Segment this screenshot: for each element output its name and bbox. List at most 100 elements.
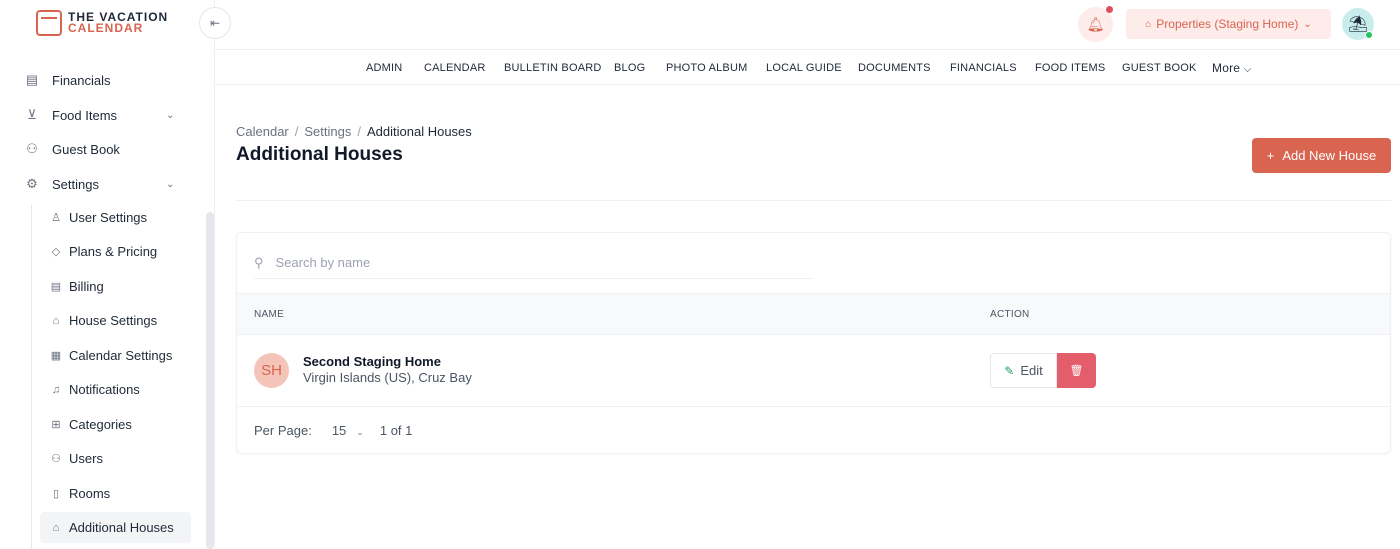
menu-item-local-guide[interactable]: LOCAL GUIDE — [766, 62, 842, 74]
sidebar-item-house-settings[interactable]: ⌂ House Settings — [50, 313, 158, 328]
breadcrumb-separator: / — [357, 124, 361, 139]
avatar: SH — [254, 353, 289, 388]
calendar-icon: ▦ — [50, 350, 62, 362]
menu-item-more[interactable]: More ⌵ — [1212, 61, 1251, 75]
sidebar-item-categories[interactable]: ⊞ Categories — [50, 417, 131, 432]
house-name: Second Staging Home — [303, 354, 441, 369]
sidebar: THE VACATION CALENDAR ▤ Financials ⊻ Foo… — [0, 0, 215, 549]
sidebar-item-label: Guest Book — [52, 141, 120, 157]
brand-line-2: CALENDAR — [68, 21, 144, 35]
property-selector[interactable]: ⌂ Properties (Staging Home) ⌄ — [1126, 9, 1331, 39]
delete-button[interactable]: 🗑︎ — [1057, 353, 1096, 388]
more-label: More — [1212, 61, 1241, 75]
tag-icon: ◇ — [51, 246, 61, 258]
breadcrumb-settings[interactable]: Settings — [304, 124, 351, 139]
grid-icon: ⊞ — [51, 419, 61, 431]
sidebar-item-label: Settings — [52, 176, 99, 192]
sidebar-item-plans-pricing[interactable]: ◇ Plans & Pricing — [50, 244, 157, 259]
collapse-sidebar-button[interactable]: ⇤ — [199, 7, 231, 39]
per-page-value: 15 — [331, 423, 347, 438]
column-header-name[interactable]: NAME — [254, 309, 284, 320]
per-page-select[interactable]: 15 ⌄ — [332, 423, 364, 438]
chevron-down-icon: ⌄ — [356, 427, 364, 437]
menu-item-guest-book[interactable]: GUEST BOOK — [1122, 62, 1197, 74]
sidebar-item-food-items[interactable]: ⊻ Food Items ⌄ — [24, 107, 174, 123]
page-title: Additional Houses — [236, 144, 403, 165]
financials-icon: ▤ — [25, 72, 39, 87]
edit-button[interactable]: ✎ Edit — [990, 353, 1057, 388]
sidebar-item-settings[interactable]: ⚙ Settings ⌄ — [24, 176, 174, 192]
sidebar-item-label: House Settings — [69, 313, 158, 328]
chevron-down-icon: ⌄ — [166, 178, 175, 190]
gear-icon: ⚙ — [26, 176, 38, 191]
breadcrumb-separator: / — [294, 124, 299, 139]
user-icon: ♙ — [51, 212, 61, 224]
billing-icon: ▤ — [50, 281, 62, 293]
food-icon: ⊻ — [27, 107, 37, 122]
breadcrumb-current: Additional Houses — [367, 124, 472, 139]
menu-item-documents[interactable]: DOCUMENTS — [858, 62, 931, 74]
menu-item-blog[interactable]: BLOG — [614, 62, 645, 74]
submenu-rail — [31, 205, 32, 549]
house-icon: ⌂ — [1145, 18, 1152, 30]
sidebar-item-notifications[interactable]: ♫ Notifications — [50, 382, 140, 397]
row-divider — [237, 406, 1390, 407]
total-pages: 1 — [405, 423, 413, 438]
sidebar-item-label: Notifications — [69, 382, 140, 397]
search-input[interactable] — [275, 255, 776, 270]
beach-umbrella-icon: ⛱ — [1347, 16, 1369, 33]
sidebar-item-label: Calendar Settings — [69, 348, 173, 363]
bell-icon: ♫ — [51, 383, 61, 396]
chevron-down-icon: ⌵ — [1243, 64, 1252, 75]
pencil-icon: ✎ — [1004, 363, 1015, 378]
door-icon: ▯ — [52, 488, 60, 500]
table-header — [237, 293, 1390, 335]
sidebar-item-financials[interactable]: ▤ Financials — [24, 72, 111, 88]
sidebar-item-users[interactable]: ⚇ Users — [50, 451, 103, 466]
sidebar-item-label: Rooms — [69, 486, 111, 501]
sidebar-item-calendar-settings[interactable]: ▦ Calendar Settings — [50, 348, 173, 363]
guestbook-icon: ⚇ — [26, 141, 38, 156]
add-new-house-button[interactable]: + Add New House — [1252, 138, 1391, 173]
brand-logo[interactable]: THE VACATION CALENDAR — [36, 10, 168, 36]
of-label: of — [390, 423, 402, 438]
collapse-icon: ⇤ — [209, 16, 221, 30]
users-icon: ⚇ — [51, 453, 61, 465]
sidebar-item-label: Plans & Pricing — [69, 244, 158, 259]
menu-item-calendar[interactable]: CALENDAR — [424, 62, 486, 74]
search-box: ⚲ — [254, 247, 814, 279]
add-new-house-label: Add New House — [1282, 148, 1377, 163]
sidebar-item-user-settings[interactable]: ♙ User Settings — [50, 210, 147, 225]
sidebar-item-label: Users — [69, 451, 103, 466]
sidebar-item-label: User Settings — [69, 210, 148, 225]
menu-item-photo-album[interactable]: PHOTO ALBUM — [666, 62, 747, 74]
chevron-down-icon: ⌄ — [1303, 18, 1312, 30]
menu-item-financials[interactable]: FINANCIALS — [950, 62, 1017, 74]
edit-label: Edit — [1020, 363, 1043, 378]
house-icon: ⌂ — [52, 314, 60, 327]
sidebar-item-billing[interactable]: ▤ Billing — [50, 279, 104, 294]
plus-icon: + — [1266, 148, 1275, 163]
house-icon: ⌂ — [52, 521, 60, 534]
page-position: 1 of 1 — [380, 423, 413, 438]
sidebar-item-label: Billing — [69, 279, 104, 294]
sidebar-item-rooms[interactable]: ▯ Rooms — [50, 486, 110, 501]
sidebar-item-guest-book[interactable]: ⚇ Guest Book — [24, 141, 120, 157]
header-divider — [236, 200, 1391, 201]
calendar-logo-icon — [36, 10, 62, 36]
sidebar-item-additional-houses[interactable]: ⌂ Additional Houses — [50, 520, 174, 535]
sidebar-item-label: Additional Houses — [69, 520, 174, 535]
online-status-dot — [1365, 31, 1373, 39]
current-page: 1 — [379, 423, 388, 438]
menu-item-admin[interactable]: ADMIN — [366, 62, 402, 74]
column-header-action: ACTION — [990, 309, 1030, 320]
chevron-down-icon: ⌄ — [166, 109, 175, 121]
menu-item-bulletin-board[interactable]: BULLETIN BOARD — [504, 62, 602, 74]
search-icon: ⚲ — [254, 254, 264, 270]
sidebar-scrollbar[interactable] — [206, 212, 214, 549]
menu-item-food-items[interactable]: FOOD ITEMS — [1035, 62, 1105, 74]
sidebar-item-label: Food Items — [52, 107, 118, 123]
bell-icon: 🔔︎ — [1086, 16, 1105, 32]
property-label: Properties (Staging Home) — [1156, 17, 1299, 31]
breadcrumb-calendar[interactable]: Calendar — [236, 124, 289, 139]
